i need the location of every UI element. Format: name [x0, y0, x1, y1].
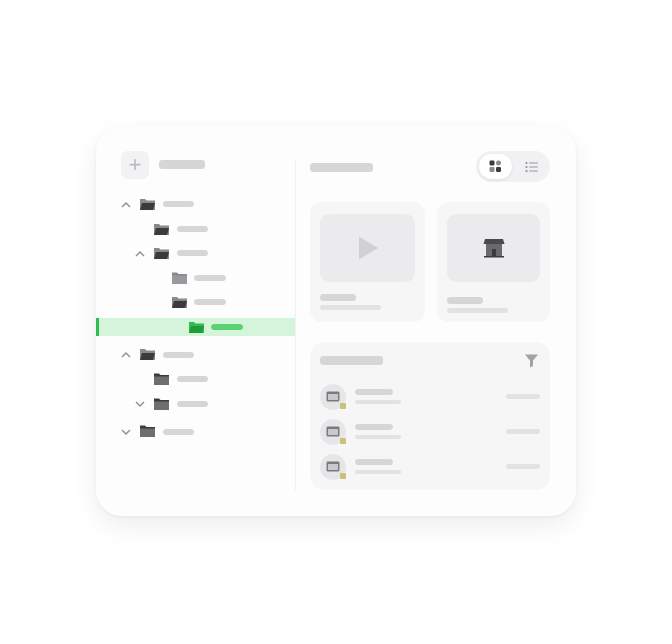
list-item-title-placeholder — [355, 424, 393, 430]
folder-icon[interactable] — [153, 397, 170, 411]
tile-subtitle-placeholder — [447, 308, 508, 313]
grid-view-icon — [489, 160, 501, 172]
list-item-meta-placeholder — [506, 394, 540, 399]
list-item-avatar — [320, 419, 346, 445]
tree-label-placeholder — [194, 275, 226, 281]
tree-label-placeholder — [211, 324, 243, 330]
list-item-avatar — [320, 454, 346, 480]
store-thumbnail — [447, 214, 540, 282]
chevron-up-icon[interactable] — [120, 199, 132, 211]
main-title-placeholder — [310, 163, 373, 172]
sidebar-divider — [295, 160, 296, 490]
list-item-avatar — [320, 384, 346, 410]
tile-subtitle-placeholder — [320, 305, 381, 310]
list-view-button[interactable] — [516, 154, 547, 179]
tree-label-placeholder — [177, 226, 208, 232]
list-view-icon — [525, 161, 538, 172]
tree-label-placeholder — [177, 376, 208, 382]
window-icon — [326, 461, 340, 472]
list-item-subtitle-placeholder — [355, 470, 401, 474]
video-thumbnail — [320, 214, 415, 282]
plus-icon: + — [128, 152, 142, 177]
activity-panel — [310, 342, 550, 490]
window-icon — [326, 426, 340, 437]
list-item-title-placeholder — [355, 389, 393, 395]
list-item-title-placeholder — [355, 459, 393, 465]
folder-icon[interactable] — [171, 271, 188, 285]
store-icon — [483, 239, 504, 258]
tree-label-placeholder — [177, 401, 208, 407]
chevron-up-icon[interactable] — [134, 248, 146, 260]
filter-icon[interactable] — [524, 353, 539, 368]
view-toggle[interactable] — [476, 151, 550, 182]
folder-icon[interactable] — [139, 424, 156, 438]
folder-open-icon[interactable] — [139, 347, 156, 361]
window-icon — [326, 391, 340, 402]
folder-open-icon[interactable] — [153, 246, 170, 260]
file-browser-card: + — [96, 126, 576, 516]
play-icon — [358, 236, 378, 260]
list-item-subtitle-placeholder — [355, 435, 401, 439]
list-item-meta-placeholder — [506, 429, 540, 434]
media-tile-video[interactable] — [310, 202, 425, 322]
folder-open-icon[interactable] — [153, 222, 170, 236]
tree-label-placeholder — [194, 299, 226, 305]
folder-open-icon[interactable] — [171, 295, 188, 309]
folder-open-icon[interactable] — [188, 320, 205, 334]
folder-icon[interactable] — [153, 372, 170, 386]
media-tile-store[interactable] — [437, 202, 550, 322]
tree-label-placeholder — [163, 201, 194, 207]
tree-label-placeholder — [163, 352, 194, 358]
add-button[interactable]: + — [121, 151, 149, 179]
chevron-down-icon[interactable] — [120, 426, 132, 438]
status-badge — [340, 403, 346, 409]
tile-title-placeholder — [320, 294, 356, 301]
grid-view-button[interactable] — [479, 154, 512, 179]
sidebar-title-placeholder — [159, 160, 205, 169]
tree-label-placeholder — [163, 429, 194, 435]
tile-title-placeholder — [447, 297, 483, 304]
tree-label-placeholder — [177, 250, 208, 256]
folder-open-icon[interactable] — [139, 197, 156, 211]
chevron-up-icon[interactable] — [120, 349, 132, 361]
chevron-down-icon[interactable] — [134, 398, 146, 410]
status-badge — [340, 473, 346, 479]
list-item-meta-placeholder — [506, 464, 540, 469]
status-badge — [340, 438, 346, 444]
list-item-subtitle-placeholder — [355, 400, 401, 404]
panel-title-placeholder — [320, 356, 383, 365]
